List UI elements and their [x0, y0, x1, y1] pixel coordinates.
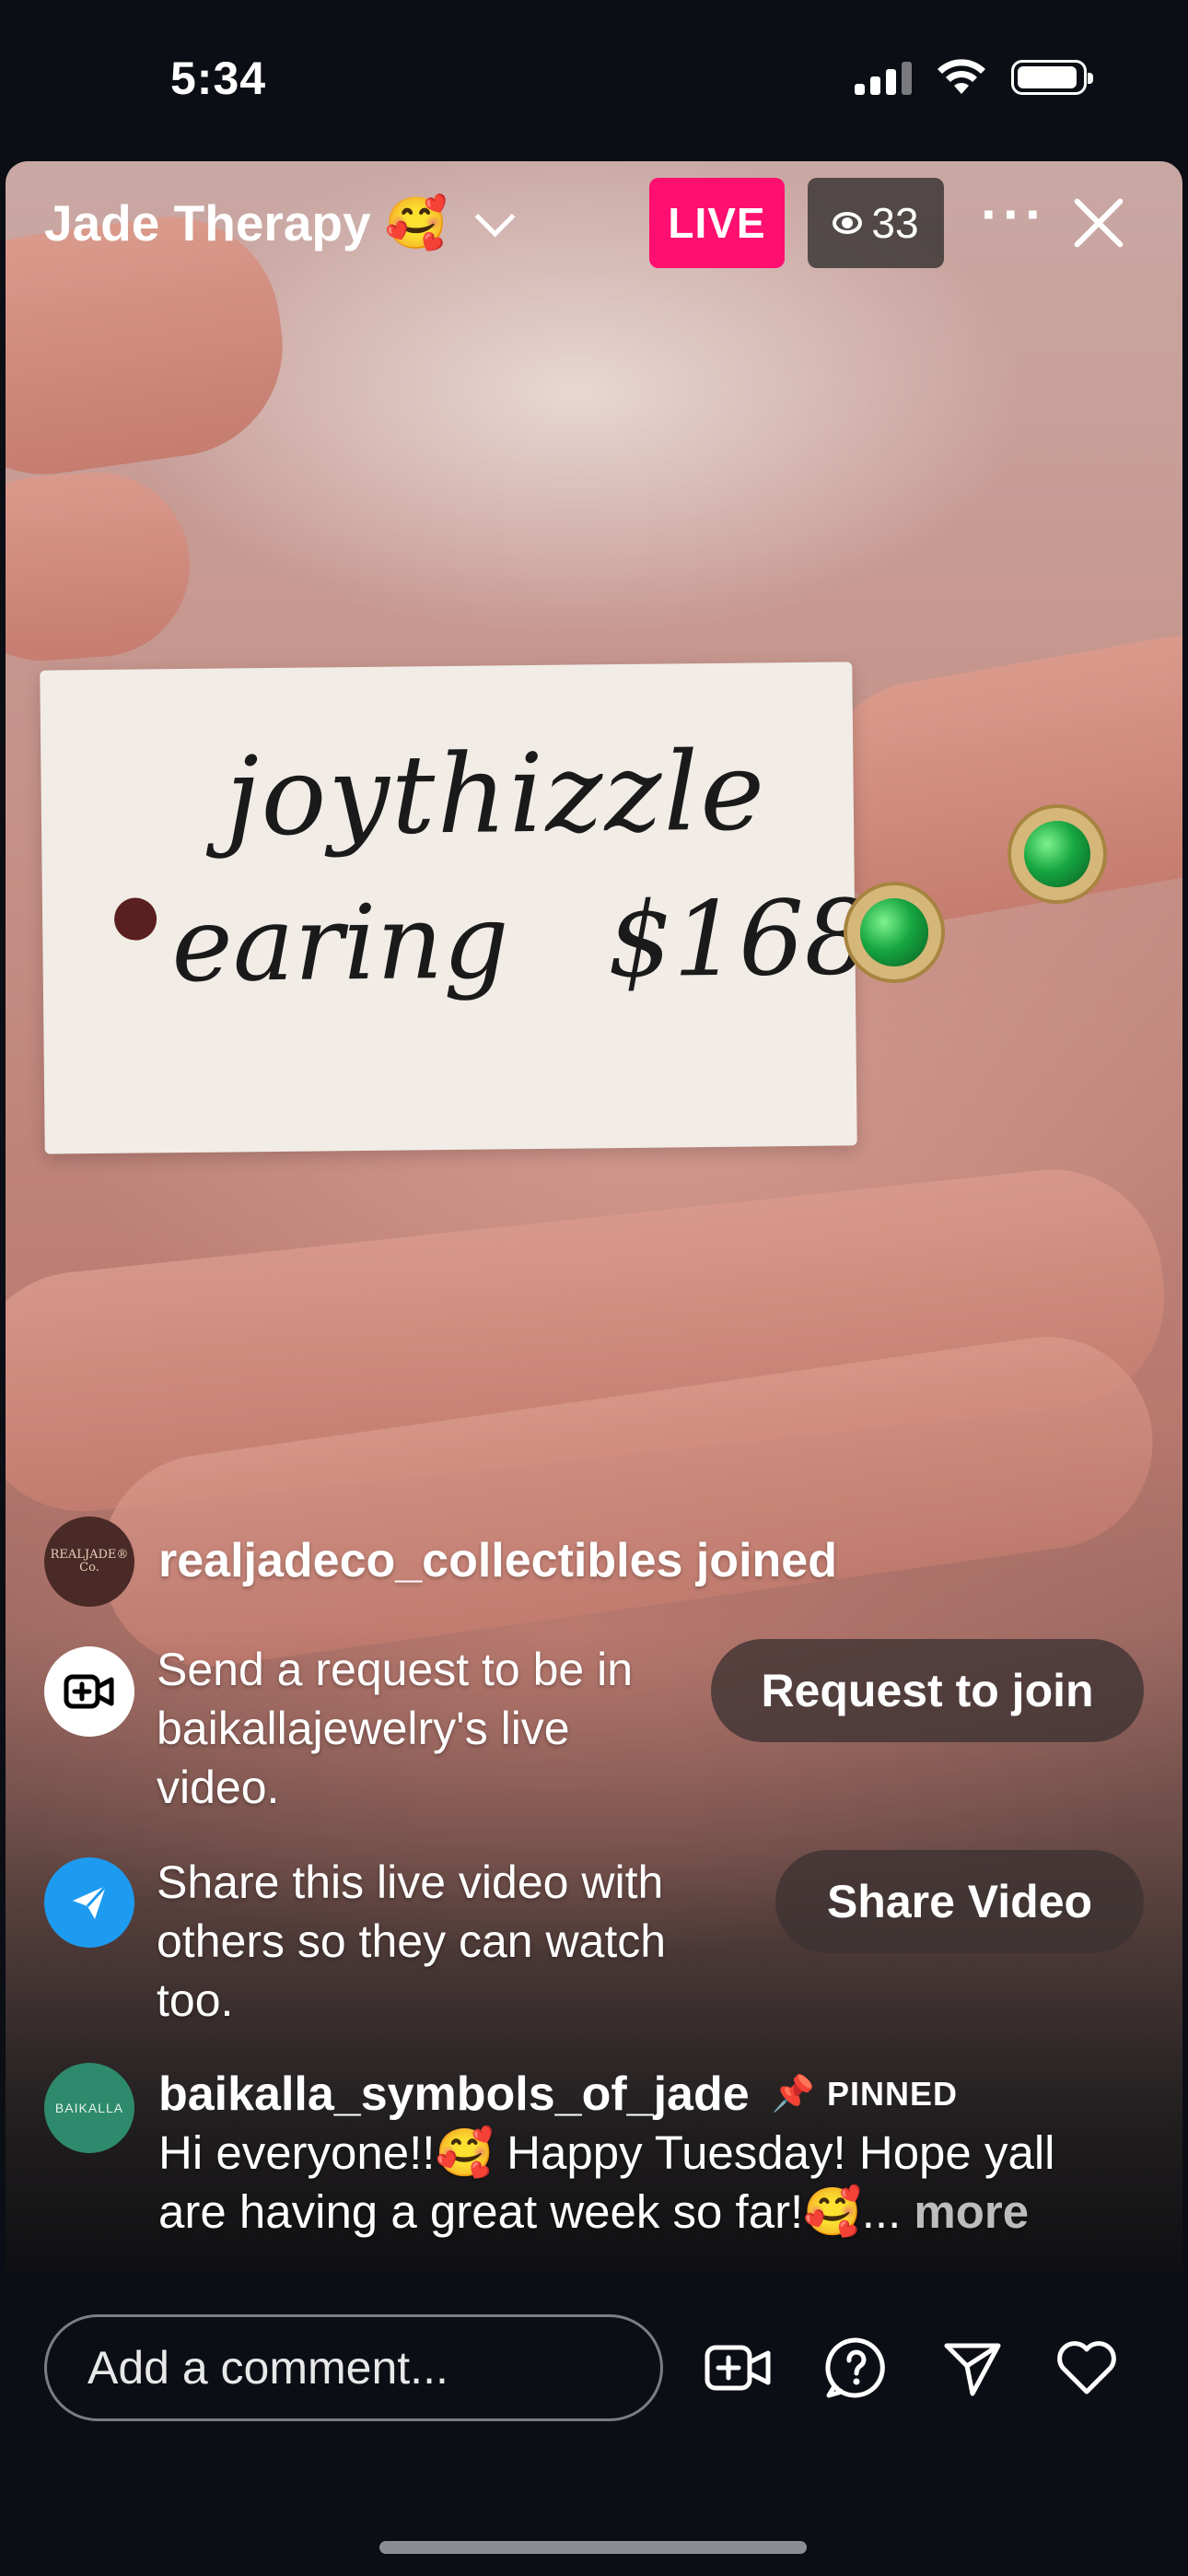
pinned-label-text: PINNED: [826, 2075, 959, 2113]
share-info-text: Share this live video with others so the…: [157, 1856, 667, 2026]
live-title-dropdown[interactable]: Jade Therapy 🥰: [44, 193, 516, 253]
avatar-logo-text: BAIKALLA: [54, 2101, 124, 2115]
avatar[interactable]: REALJADE® Co.: [44, 1516, 134, 1607]
jade-earring: [860, 898, 928, 966]
question-icon[interactable]: [820, 2331, 893, 2405]
send-icon: [73, 1884, 108, 1919]
pinned-label: 📌 PINNED: [772, 2074, 958, 2114]
battery-icon: [1011, 60, 1093, 95]
pin-icon: 📌: [771, 2075, 816, 2113]
home-indicator[interactable]: [379, 2541, 807, 2554]
chevron-down-icon: [474, 196, 516, 238]
avatar[interactable]: BAIKALLA: [44, 2063, 134, 2153]
tag-handwriting-line1: joythizzle: [224, 727, 767, 861]
status-time: 5:34: [170, 53, 267, 104]
add-video-icon: [64, 1674, 114, 1709]
tag-hole: [113, 897, 157, 941]
pinned-comment: Hi everyone!!🥰 Happy Tuesday! Hope yall …: [158, 2124, 1135, 2242]
cellular-signal-icon: [855, 60, 912, 95]
request-info-text: Send a request to be in baikallajewelry'…: [157, 1644, 634, 1813]
eye-icon: [833, 212, 863, 234]
video-request-avatar: [44, 1646, 134, 1737]
price-tag: joythizzle earing $1680: [40, 662, 936, 1154]
wifi-icon: [938, 59, 985, 94]
send-icon[interactable]: [936, 2331, 1009, 2405]
comment-input[interactable]: [44, 2314, 663, 2421]
pinned-comment-header: baikalla_symbols_of_jade 📌 PINNED: [158, 2067, 958, 2122]
status-bar: 5:34: [0, 0, 1188, 161]
status-icons: [855, 59, 1093, 96]
joined-notice: realjadeco_collectibles joined: [158, 1534, 837, 1587]
live-title: Jade Therapy 🥰: [44, 194, 448, 252]
request-to-join-button[interactable]: Request to join: [711, 1639, 1144, 1742]
more-options-icon[interactable]: ···: [981, 187, 1047, 242]
viewer-count: 33: [871, 199, 919, 247]
viewer-count-badge[interactable]: 33: [808, 178, 944, 268]
share-video-button[interactable]: Share Video: [775, 1850, 1144, 1953]
add-video-icon[interactable]: [702, 2331, 775, 2405]
heart-icon[interactable]: [1050, 2331, 1124, 2405]
live-badge: LIVE: [649, 178, 785, 268]
close-icon[interactable]: [1070, 193, 1127, 251]
video-finger: [6, 466, 196, 667]
share-avatar: [44, 1857, 134, 1948]
tag-handwriting-line2: earing $1680: [170, 877, 937, 1006]
more-link[interactable]: more: [914, 2185, 1029, 2238]
jade-earring: [1024, 821, 1090, 887]
avatar-logo-text: REALJADE® Co.: [50, 1548, 129, 1575]
pinned-username[interactable]: baikalla_symbols_of_jade: [158, 2067, 750, 2122]
